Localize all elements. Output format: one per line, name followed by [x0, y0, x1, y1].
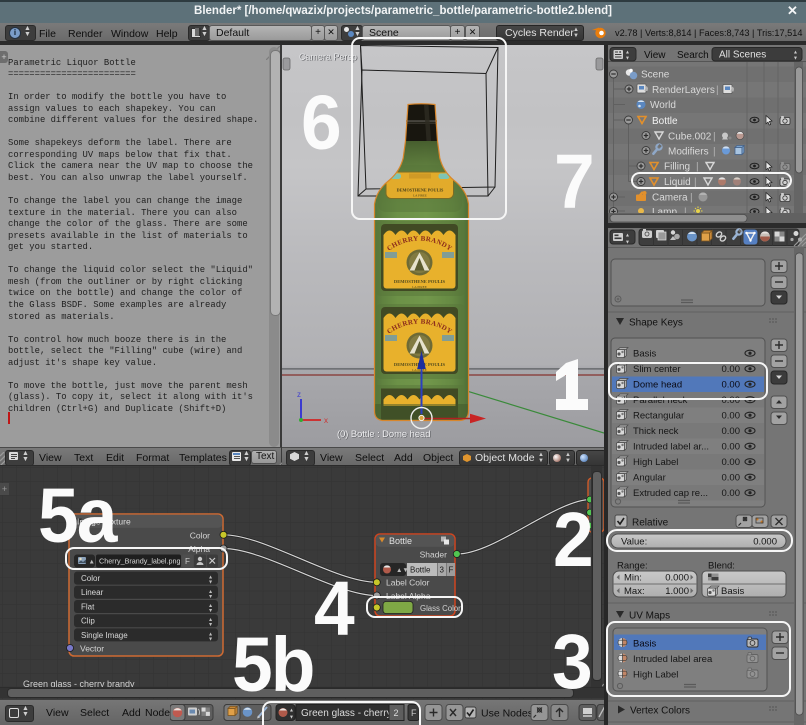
svg-text:Max:: Max:: [624, 586, 645, 597]
svg-text:Shape Keys: Shape Keys: [629, 318, 683, 329]
svg-text:Blend:: Blend:: [708, 561, 735, 572]
svg-text:▼: ▼: [208, 608, 213, 614]
svg-text:Filling: Filling: [664, 162, 690, 173]
svg-text:Linear: Linear: [81, 588, 104, 597]
svg-text:Color: Color: [190, 530, 210, 540]
svg-text:▲: ▲: [625, 233, 630, 239]
svg-text:High Label: High Label: [633, 457, 678, 468]
svg-text:Use Nodes: Use Nodes: [481, 708, 533, 720]
svg-text:Bottle: Bottle: [652, 116, 678, 127]
svg-text:▲▼: ▲▼: [396, 567, 409, 574]
svg-text:Clip: Clip: [81, 617, 95, 626]
svg-text:▼: ▼: [208, 580, 213, 586]
svg-text:F: F: [449, 566, 454, 575]
svg-text:Range:: Range:: [617, 561, 648, 572]
svg-text:Min:: Min:: [624, 573, 642, 584]
svg-text:Camera Persp: Camera Persp: [299, 52, 357, 62]
svg-text:Thick neck: Thick neck: [633, 426, 679, 437]
svg-text:Modifiers: Modifiers: [668, 147, 709, 158]
svg-text:0.00: 0.00: [722, 426, 741, 437]
svg-text:Shader: Shader: [420, 550, 448, 560]
svg-text:Flat: Flat: [81, 602, 95, 611]
svg-text:Vertex Colors: Vertex Colors: [630, 706, 690, 717]
svg-text:▼: ▼: [625, 240, 630, 246]
svg-text:Bottle: Bottle: [410, 566, 431, 575]
svg-text:View: View: [644, 50, 666, 61]
svg-text:Label Color: Label Color: [386, 578, 430, 588]
svg-text:|: |: [713, 147, 716, 158]
svg-text:▼: ▼: [793, 56, 798, 62]
svg-text:All Scenes: All Scenes: [719, 50, 766, 61]
svg-text:0.00: 0.00: [722, 457, 741, 468]
svg-text:Color: Color: [81, 574, 100, 583]
svg-text:Extruded cap re...: Extruded cap re...: [633, 488, 708, 499]
svg-text:World: World: [650, 100, 676, 111]
svg-text:UV Maps: UV Maps: [629, 611, 670, 622]
svg-text:0.00: 0.00: [722, 488, 741, 499]
svg-text:Single Image: Single Image: [81, 631, 128, 640]
svg-text:Vector: Vector: [80, 644, 104, 654]
svg-text:(0) Bottle : Dome head: (0) Bottle : Dome head: [337, 429, 430, 440]
svg-text:RenderLayers: RenderLayers: [652, 85, 715, 96]
svg-text:▼: ▼: [208, 622, 213, 628]
svg-text:▼: ▼: [208, 636, 213, 642]
svg-text:3: 3: [440, 566, 445, 575]
svg-text:|: |: [690, 193, 693, 204]
svg-text:Basis: Basis: [721, 586, 744, 597]
svg-text:Basis: Basis: [633, 349, 656, 360]
svg-text:Relative: Relative: [632, 518, 669, 529]
svg-text:|: |: [696, 162, 699, 173]
svg-text:Search: Search: [677, 50, 709, 61]
svg-text:|: |: [716, 85, 719, 96]
svg-text:Angular: Angular: [633, 473, 666, 484]
svg-text:Scene: Scene: [641, 70, 670, 81]
svg-text:0.00: 0.00: [722, 473, 741, 484]
svg-text:0.00: 0.00: [722, 411, 741, 422]
svg-text:|: |: [713, 132, 716, 143]
svg-text:1.000: 1.000: [665, 586, 689, 597]
svg-text:x: x: [324, 416, 328, 425]
svg-text:▼: ▼: [208, 594, 213, 600]
svg-text:0.00: 0.00: [722, 442, 741, 453]
svg-text:▼: ▼: [625, 56, 630, 62]
svg-text:Intruded label ar...: Intruded label ar...: [633, 442, 709, 453]
svg-text:Bottle: Bottle: [389, 536, 412, 546]
svg-text:z: z: [297, 390, 301, 399]
svg-text:Rectangular: Rectangular: [633, 411, 684, 422]
svg-text:Camera: Camera: [652, 193, 688, 204]
svg-text:Cube.002: Cube.002: [668, 132, 712, 143]
svg-text:0.000: 0.000: [665, 573, 689, 584]
